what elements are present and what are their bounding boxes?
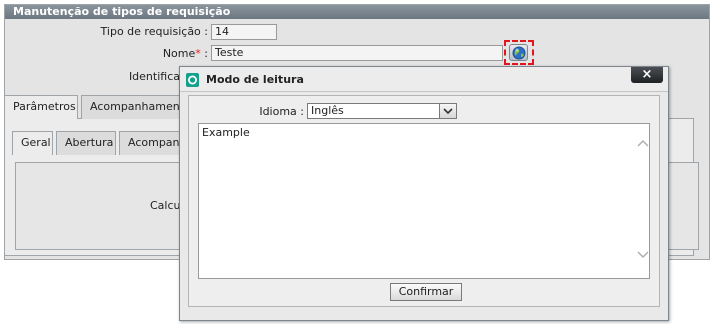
scroll-up-icon[interactable] bbox=[637, 138, 649, 148]
chevron-down-icon[interactable] bbox=[439, 104, 456, 118]
subtab-acompanh[interactable]: Acompanh bbox=[119, 131, 187, 155]
idioma-value: Inglês bbox=[311, 104, 344, 117]
nome-sep: : bbox=[204, 47, 208, 60]
tipo-field[interactable]: 14 bbox=[211, 24, 277, 40]
dialog-title-bar[interactable]: Modo de leitura × bbox=[180, 67, 668, 92]
reading-mode-dialog: Modo de leitura × Idioma : Inglês Exampl… bbox=[179, 66, 669, 321]
nome-label: Nome* : bbox=[100, 46, 208, 62]
nome-label-text: Nome bbox=[162, 47, 196, 60]
tab-parametros[interactable]: Parâmetros bbox=[4, 95, 78, 119]
required-marker: * bbox=[195, 47, 201, 60]
ident-label: Identifica bbox=[128, 70, 180, 83]
scroll-down-icon[interactable] bbox=[637, 250, 649, 260]
dialog-title: Modo de leitura bbox=[206, 73, 304, 86]
idioma-label: Idioma : bbox=[259, 105, 304, 118]
translate-button[interactable] bbox=[509, 44, 528, 61]
tipo-label: Tipo de requisição : bbox=[100, 25, 208, 38]
tab-acompanhamento[interactable]: Acompanhamento bbox=[81, 95, 191, 119]
nome-field[interactable]: Teste bbox=[211, 45, 503, 61]
subtab-abertura[interactable]: Abertura bbox=[56, 131, 116, 155]
confirm-button[interactable]: Confirmar bbox=[390, 283, 462, 301]
close-button[interactable]: × bbox=[631, 67, 663, 83]
close-icon: × bbox=[641, 67, 653, 82]
textarea-content: Example bbox=[202, 126, 250, 139]
panel-title: Manutenção de tipos de requisição bbox=[5, 5, 709, 19]
app-icon bbox=[186, 73, 199, 87]
calc-label: Calcu bbox=[150, 199, 181, 212]
idioma-select[interactable]: Inglês bbox=[307, 103, 457, 119]
globe-highlight bbox=[504, 40, 534, 65]
translation-textarea[interactable]: Example bbox=[198, 123, 650, 279]
subtab-geral[interactable]: Geral bbox=[12, 131, 53, 155]
